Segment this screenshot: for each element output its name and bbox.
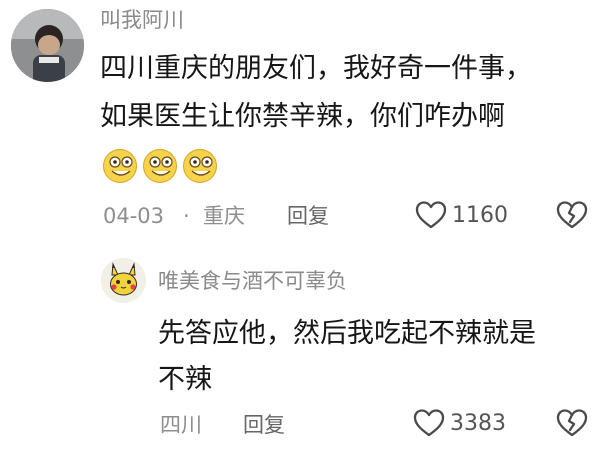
reply-button[interactable]: 回复 (287, 202, 329, 230)
reply-text-line-2: 不辣 (158, 364, 212, 395)
comment-text-line-1: 四川重庆的朋友们，我好奇一件事， (100, 53, 532, 84)
comment-date: 04-03 (103, 204, 165, 228)
comment-text-line-2: 如果医生让你禁辛辣，你们咋办啊 (100, 101, 505, 132)
grin-emoji (103, 149, 137, 183)
heart-icon[interactable] (415, 200, 447, 230)
reply-reply-button[interactable]: 回复 (243, 411, 285, 439)
commenter-username[interactable]: 叫我阿川 (100, 7, 184, 33)
grin-emoji (143, 149, 177, 183)
like-count: 1160 (452, 203, 508, 228)
broken-heart-icon[interactable] (556, 408, 588, 438)
commenter-avatar[interactable] (11, 9, 84, 82)
replier-username[interactable]: 唯美食与酒不可辜负 (158, 268, 347, 294)
reply-text-line-1: 先答应他，然后我吃起不辣就是 (158, 318, 536, 349)
broken-heart-icon[interactable] (556, 200, 588, 230)
replier-avatar[interactable] (101, 258, 146, 303)
comment-location: 重庆 (203, 204, 245, 228)
heart-icon[interactable] (413, 408, 445, 438)
reply-like-count: 3383 (450, 411, 506, 436)
reply-location: 四川 (160, 413, 202, 437)
meta-separator: · (183, 204, 190, 228)
grin-emoji (183, 149, 217, 183)
